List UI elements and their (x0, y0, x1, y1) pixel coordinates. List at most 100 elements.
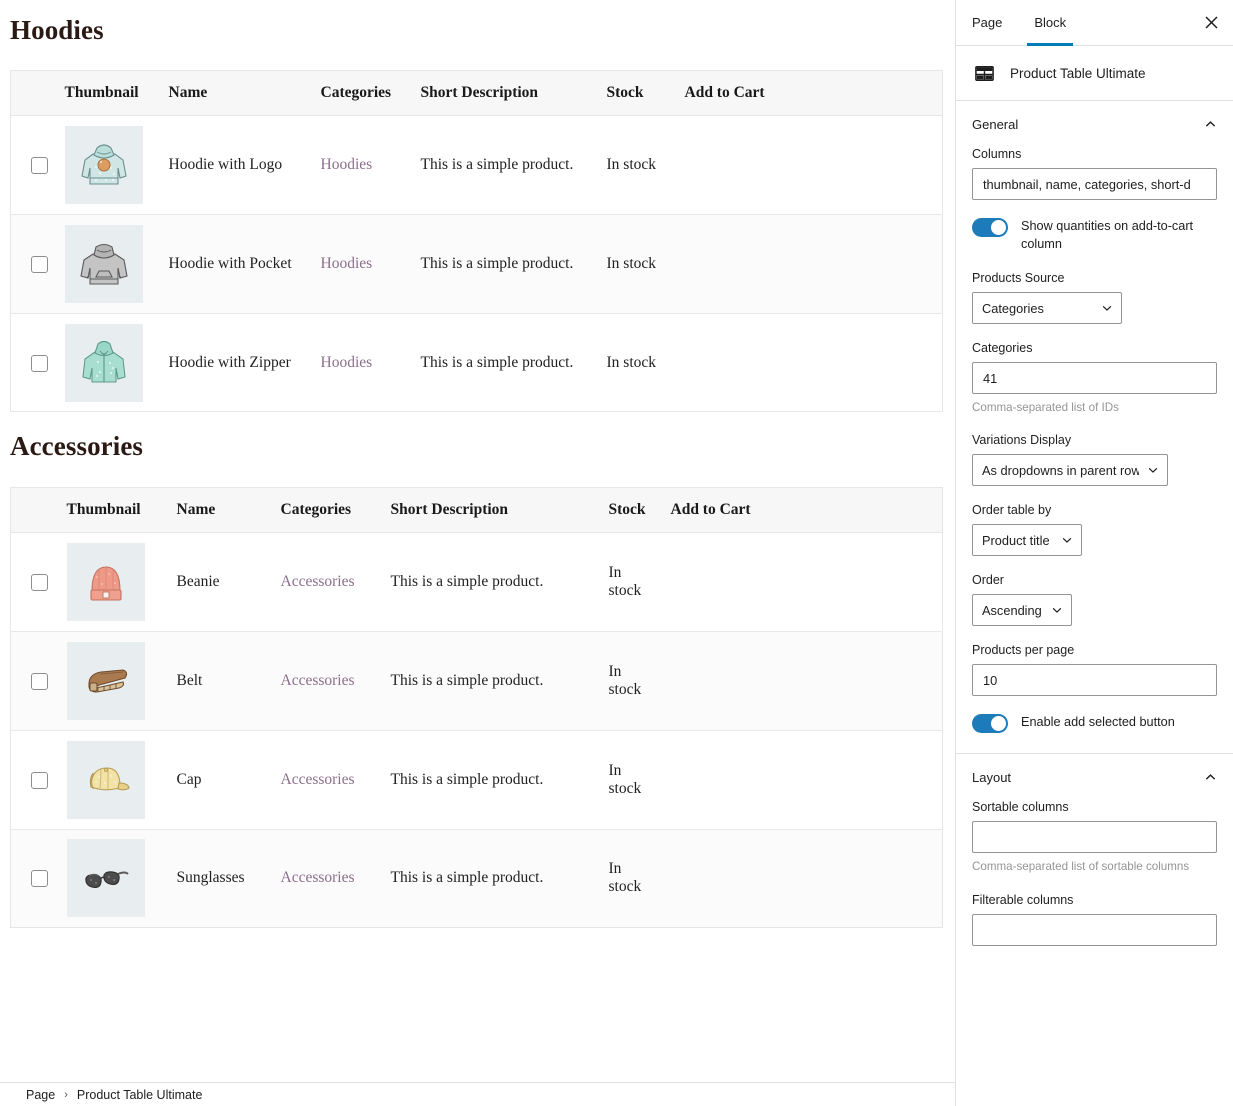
panel-general-title: General (972, 116, 1019, 132)
row-stock: In stock (598, 115, 677, 216)
row-name: Cap (168, 730, 273, 830)
hoodie-zipper-icon (81, 340, 126, 383)
tab-block[interactable]: Block (1018, 0, 1082, 46)
field-categories: Categories Comma-separated list of IDs (972, 341, 1217, 416)
row-thumbnail-cell (56, 115, 161, 216)
row-name: Hoodie with Zipper (168, 353, 291, 371)
table-row: Belt Accessories This is a simple produc… (10, 631, 943, 731)
category-link[interactable]: Hoodies (321, 156, 373, 173)
hoodie-pocket-icon (79, 244, 128, 285)
table-row: Beanie Accessories This is a simple prod… (10, 532, 943, 632)
row-checkbox[interactable] (31, 771, 48, 789)
row-name: Belt (168, 631, 273, 731)
toggle-show-quantities[interactable] (972, 218, 1008, 237)
toggle-knob (991, 716, 1006, 732)
header-thumbnail: Thumbnail (58, 487, 169, 533)
row-categories: Accessories (272, 532, 383, 632)
header-thumbnail: Thumbnail (56, 70, 161, 117)
sortable-columns-input[interactable] (972, 821, 1217, 854)
row-stock: In stock (600, 730, 663, 830)
table-row: Hoodie with Logo Hoodies This is a simpl… (10, 115, 943, 216)
order-select-wrap: Ascending (972, 594, 1072, 627)
category-link[interactable]: Accessories (281, 771, 355, 788)
toggle-enable-add-selected-row[interactable]: Enable add selected button (972, 713, 1217, 734)
columns-label: Columns (972, 147, 1022, 161)
panel-layout-header[interactable]: Layout (972, 754, 1217, 800)
order-label: Order (972, 573, 1004, 588)
block-settings-sidebar: Page Block Product Table Ultimate Genera… (955, 0, 1233, 1106)
product-thumbnail-sunglasses (66, 839, 145, 918)
row-checkbox[interactable] (31, 672, 48, 690)
row-checkbox[interactable] (31, 870, 48, 888)
close-sidebar-button[interactable] (1189, 0, 1233, 45)
category-link[interactable]: Hoodies (321, 354, 373, 371)
section-hoodies: Hoodies Thumbnail Name Categories Short … (10, 0, 945, 413)
filterable-columns-input[interactable] (972, 913, 1217, 946)
panel-layout: Layout Sortable columns Comma-separated … (956, 754, 1233, 965)
header-stock: Stock (600, 487, 663, 533)
row-add-to-cart (662, 730, 943, 830)
header-select (10, 70, 57, 117)
row-add-to-cart (676, 115, 943, 216)
toggle-enable-add-selected[interactable] (972, 714, 1008, 734)
products-per-page-input[interactable] (972, 664, 1217, 697)
row-thumbnail-cell (58, 730, 169, 830)
row-name: Hoodie with Pocket (160, 214, 313, 315)
chevron-up-icon (1203, 770, 1217, 784)
category-link[interactable]: Hoodies (321, 255, 373, 272)
table-head: Thumbnail Name Categories Short Descript… (10, 70, 943, 117)
field-products-source: Products Source Categories (972, 271, 1217, 325)
row-select-cell (10, 631, 59, 731)
row-categories: Accessories (272, 730, 383, 830)
order-select[interactable]: Ascending (972, 594, 1072, 627)
row-select-cell (11, 314, 57, 412)
categories-label: Categories (972, 341, 1033, 356)
category-link[interactable]: Accessories (281, 869, 355, 886)
product-thumbnail-belt (66, 641, 145, 720)
category-link[interactable]: Accessories (281, 672, 355, 689)
categories-input[interactable] (972, 362, 1217, 395)
row-stock: In stock (600, 532, 663, 632)
table-block-icon (972, 61, 996, 85)
row-checkbox[interactable] (31, 157, 48, 175)
breadcrumb-root[interactable]: Page (26, 1088, 55, 1102)
field-products-per-page: Products per page (972, 643, 1217, 697)
toggle-show-quantities-row[interactable]: Show quantities on add-to-cart column (972, 217, 1217, 253)
order-table-by-select-wrap: Product title (972, 524, 1082, 557)
row-select-cell (10, 532, 59, 632)
field-sortable-columns: Sortable columns Comma-separated list of… (972, 800, 1217, 875)
block-title: Product Table Ultimate (1010, 65, 1146, 81)
panel-general-header[interactable]: General (972, 101, 1217, 147)
table-row: Cap Accessories This is a simple product… (10, 730, 943, 830)
row-checkbox[interactable] (31, 256, 48, 274)
toggle-show-quantities-label: Show quantities on add-to-cart column (1021, 219, 1194, 252)
row-thumbnail-cell (57, 314, 161, 412)
header-add-to-cart: Add to Cart (676, 70, 943, 117)
row-add-to-cart (662, 532, 943, 632)
section-heading-accessories: Accessories (10, 431, 144, 462)
products-source-select[interactable]: Categories (972, 292, 1122, 325)
row-categories: Accessories (272, 631, 383, 731)
row-checkbox[interactable] (31, 573, 48, 591)
order-table-by-select[interactable]: Product title (972, 524, 1082, 557)
breadcrumb: Page › Product Table Ultimate (0, 1082, 955, 1106)
row-thumbnail-cell (58, 532, 169, 632)
variations-display-select[interactable]: As dropdowns in parent row (972, 454, 1168, 487)
row-checkbox[interactable] (31, 354, 48, 372)
breadcrumb-current[interactable]: Product Table Ultimate (77, 1088, 203, 1102)
row-thumbnail-cell (59, 829, 169, 927)
table-head: Thumbnail Name Categories Short Descript… (10, 487, 943, 533)
row-description: This is a simple product. (382, 730, 601, 830)
field-order: Order Ascending (972, 573, 1217, 627)
editor-canvas-pane: Hoodies Thumbnail Name Categories Short … (0, 0, 955, 1106)
table-header-row: Thumbnail Name Categories Short Descript… (10, 487, 943, 533)
tab-page[interactable]: Page (956, 0, 1018, 45)
cap-icon (89, 767, 130, 791)
table-row: Hoodie with Pocket Hoodies This is a sim… (10, 214, 943, 315)
category-link[interactable]: Accessories (281, 573, 355, 590)
row-select-cell (11, 829, 59, 927)
header-short-description: Short Description (412, 70, 599, 117)
row-add-to-cart (663, 829, 943, 927)
section-accessories: Accessories Thumbnail Name Categories Sh… (10, 416, 945, 928)
columns-input[interactable] (972, 168, 1217, 200)
